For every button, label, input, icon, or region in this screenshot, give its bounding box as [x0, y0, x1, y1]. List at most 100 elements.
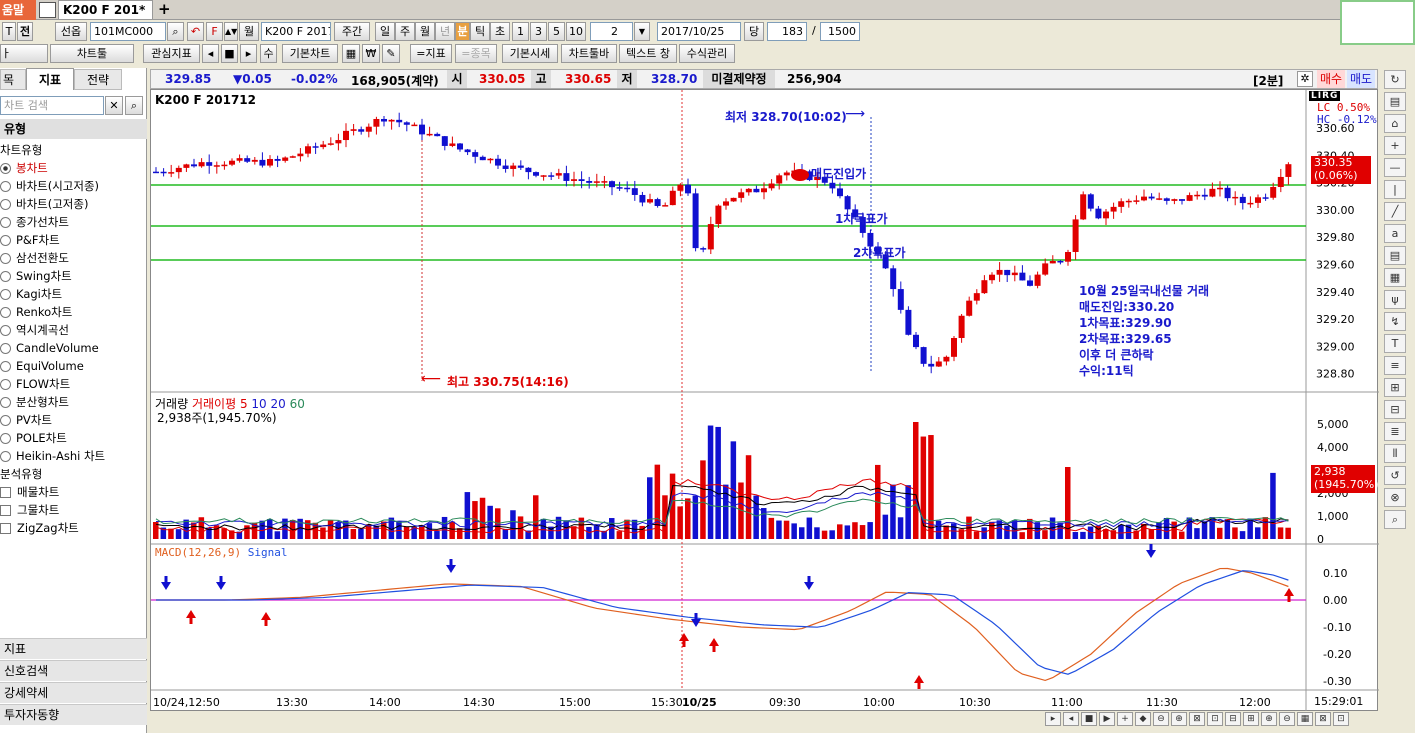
- tool-icon[interactable]: ⌂: [1384, 114, 1406, 133]
- tab-item[interactable]: 목: [0, 69, 26, 90]
- nav-icon[interactable]: ⊕: [1261, 712, 1277, 726]
- tool-icon[interactable]: ⊞: [1384, 378, 1406, 397]
- tab-strategy[interactable]: 전략: [74, 69, 122, 90]
- radio-icon[interactable]: [0, 235, 11, 246]
- radio-icon[interactable]: [0, 415, 11, 426]
- tool-icon[interactable]: ▤: [1384, 246, 1406, 265]
- n3-button[interactable]: 3: [530, 22, 547, 41]
- tool-icon[interactable]: —: [1384, 158, 1406, 177]
- nav-icon[interactable]: ▸: [1045, 712, 1061, 726]
- radio-icon[interactable]: [0, 361, 11, 372]
- left-section-1[interactable]: 신호검색: [0, 660, 147, 681]
- chart-type-item[interactable]: Renko차트: [0, 303, 147, 321]
- su-button[interactable]: 수: [260, 44, 277, 63]
- nav-icon[interactable]: ▶: [1099, 712, 1115, 726]
- interest-indicator-button[interactable]: 관심지표: [143, 44, 200, 63]
- section-type-header[interactable]: 유형: [0, 119, 147, 139]
- add-tab-button[interactable]: +: [158, 0, 171, 18]
- period-year[interactable]: 년: [435, 22, 455, 41]
- left-section-2[interactable]: 강세약세: [0, 682, 147, 703]
- month-button[interactable]: 월: [239, 22, 259, 41]
- scroll-right-icon[interactable]: ▸: [240, 44, 257, 63]
- total-input[interactable]: 1500: [820, 22, 860, 41]
- radio-icon[interactable]: [0, 307, 11, 318]
- active-tab[interactable]: K200 F 201*: [58, 0, 153, 20]
- tool-icon[interactable]: ▦: [1384, 268, 1406, 287]
- chart-type-item[interactable]: 봉차트: [0, 159, 147, 177]
- chart-type-item[interactable]: Kagi차트: [0, 285, 147, 303]
- tool-icon[interactable]: +: [1384, 136, 1406, 155]
- sel-button[interactable]: 선옵: [55, 22, 87, 41]
- tool-icon[interactable]: ↻: [1384, 70, 1406, 89]
- radio-icon[interactable]: [0, 253, 11, 264]
- tool-icon[interactable]: ⌕: [1384, 510, 1406, 529]
- nav-icon[interactable]: ⊕: [1171, 712, 1187, 726]
- scroll-left-icon[interactable]: ◂: [202, 44, 219, 63]
- tool-icon[interactable]: ╱: [1384, 202, 1406, 221]
- tab-indicator[interactable]: 지표: [26, 68, 74, 90]
- tool-icon[interactable]: ✎: [382, 44, 400, 63]
- n1-button[interactable]: 1: [512, 22, 529, 41]
- tool-icon[interactable]: ψ: [1384, 290, 1406, 309]
- nav-icon[interactable]: ⊖: [1153, 712, 1169, 726]
- analysis-type-item[interactable]: ZigZag차트: [0, 519, 147, 537]
- checkbox-icon[interactable]: [0, 505, 11, 516]
- text-window-button[interactable]: 텍스트 창: [619, 44, 677, 63]
- window-icon[interactable]: [39, 2, 56, 18]
- nav-icon[interactable]: ◆: [1135, 712, 1151, 726]
- spin-icon[interactable]: ▲▼: [224, 22, 238, 41]
- left-section-0[interactable]: 지표: [0, 638, 147, 659]
- chart-type-item[interactable]: CandleVolume: [0, 339, 147, 357]
- radio-icon[interactable]: [0, 271, 11, 282]
- radio-icon[interactable]: [0, 433, 11, 444]
- period-minute[interactable]: 분: [455, 22, 470, 41]
- t-label[interactable]: 전: [17, 22, 33, 41]
- chart-search-input[interactable]: 차트 검색: [0, 96, 104, 115]
- nav-icon[interactable]: ⊖: [1279, 712, 1295, 726]
- nav-icon[interactable]: ▦: [1297, 712, 1313, 726]
- nav-icon[interactable]: ⊡: [1207, 712, 1223, 726]
- chart-type-item[interactable]: FLOW차트: [0, 375, 147, 393]
- chart-type-item[interactable]: Heikin-Ashi 차트: [0, 447, 147, 465]
- chart-type-item[interactable]: P&F차트: [0, 231, 147, 249]
- nav-icon[interactable]: ■: [1081, 712, 1097, 726]
- chart-tools-button[interactable]: 차트툴: [50, 44, 134, 63]
- checkbox-icon[interactable]: [0, 487, 11, 498]
- period-sec[interactable]: 초: [490, 22, 510, 41]
- chart-type-item[interactable]: 삼선전환도: [0, 249, 147, 267]
- tool-icon[interactable]: a: [1384, 224, 1406, 243]
- period-week-button[interactable]: 주간: [334, 22, 370, 41]
- tool-icon[interactable]: ≣: [1384, 422, 1406, 441]
- formula-button[interactable]: 수식관리: [679, 44, 735, 63]
- date-select[interactable]: 2017/10/25: [657, 22, 741, 41]
- clear-icon[interactable]: ✕: [105, 96, 123, 115]
- analysis-type-item[interactable]: 매물차트: [0, 483, 147, 501]
- tool-icon[interactable]: ⊗: [1384, 488, 1406, 507]
- grid-icon[interactable]: ▦: [342, 44, 360, 63]
- count-input[interactable]: 183: [767, 22, 807, 41]
- chart-area[interactable]: 330.60330.40330.20330.00329.80329.60329.…: [150, 89, 1379, 712]
- t-icon[interactable]: T: [2, 22, 16, 41]
- checkbox-icon[interactable]: [0, 523, 11, 534]
- tool-icon[interactable]: ↺: [1384, 466, 1406, 485]
- settings-icon[interactable]: ✲: [1297, 71, 1313, 87]
- name-box[interactable]: K200 F 2017: [261, 22, 331, 41]
- basic-quote-button[interactable]: 기본시세: [502, 44, 558, 63]
- radio-icon[interactable]: [0, 325, 11, 336]
- tool-icon[interactable]: ↯: [1384, 312, 1406, 331]
- period-tick[interactable]: 틱: [470, 22, 490, 41]
- chart-type-item[interactable]: EquiVolume: [0, 357, 147, 375]
- indicator-button[interactable]: =지표: [410, 44, 452, 63]
- basic-chart-button[interactable]: 기본차트: [282, 44, 338, 63]
- search-icon[interactable]: ⌕: [167, 22, 184, 41]
- chart-type-item[interactable]: 역시계곡선: [0, 321, 147, 339]
- n5-button[interactable]: 5: [548, 22, 565, 41]
- sell-button[interactable]: 매도: [1347, 70, 1375, 88]
- stop-icon[interactable]: ■: [221, 44, 238, 63]
- chart-type-item[interactable]: POLE차트: [0, 429, 147, 447]
- radio-icon[interactable]: [0, 217, 11, 228]
- dang-button[interactable]: 당: [744, 22, 764, 41]
- interval-dropdown[interactable]: ▼: [634, 22, 650, 41]
- chart-type-item[interactable]: 바차트(고저종): [0, 195, 147, 213]
- radio-icon[interactable]: [0, 343, 11, 354]
